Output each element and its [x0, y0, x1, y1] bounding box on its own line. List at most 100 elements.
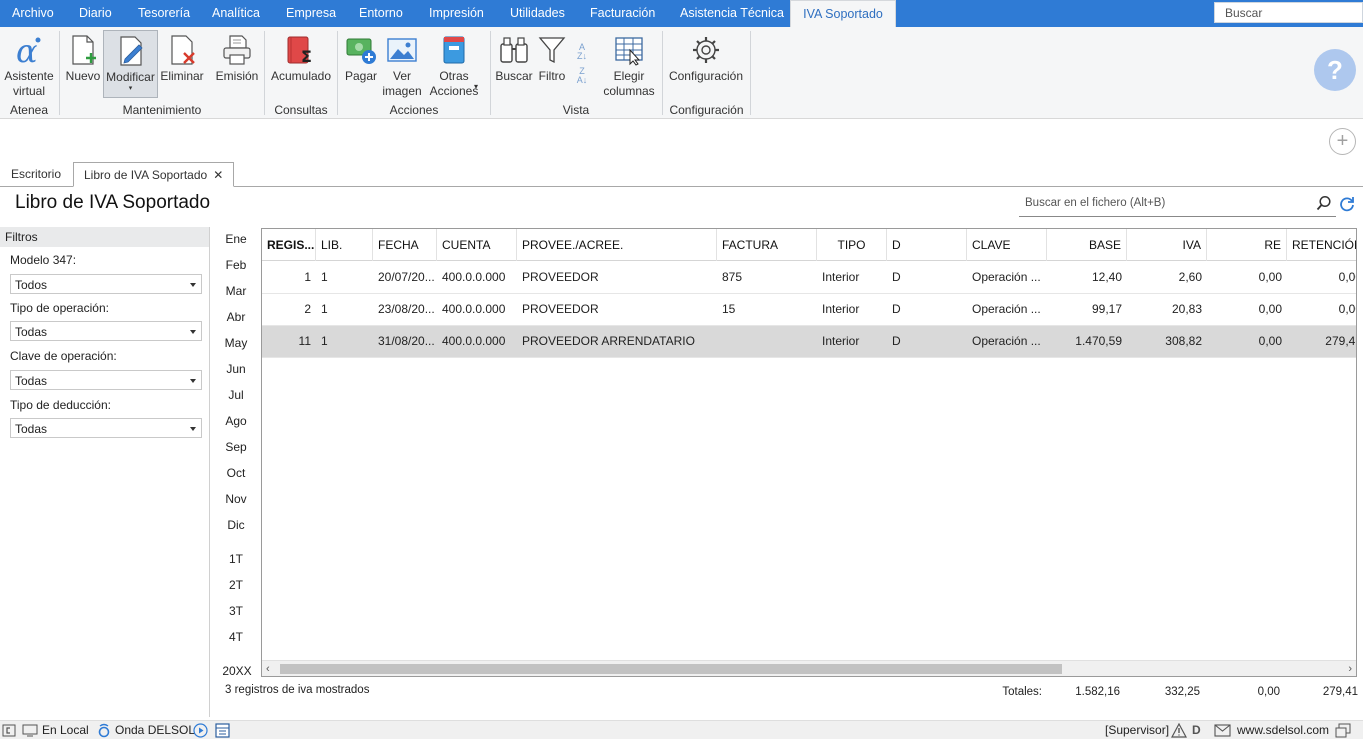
col-retencion[interactable]: RETENCIÓN: [1287, 229, 1356, 261]
tipo-operacion-value: Todas: [15, 325, 48, 339]
col-factura[interactable]: FACTURA: [717, 229, 817, 261]
tab-libro-iva-soportado[interactable]: Libro de IVA Soportado ✕: [73, 162, 235, 187]
onda-text[interactable]: Onda DELSOL: [115, 723, 195, 737]
cell-registro: 2: [304, 302, 311, 316]
total-base: 1.582,16: [1075, 686, 1120, 698]
global-search-input[interactable]: Buscar: [1214, 2, 1363, 23]
horizontal-scrollbar[interactable]: ‹ ›: [262, 660, 1356, 676]
menu-entorno[interactable]: Entorno: [359, 0, 403, 27]
menu-impresion[interactable]: Impresión: [429, 0, 484, 27]
period-year[interactable]: 20XX: [220, 664, 254, 678]
table-row[interactable]: 1 1 20/07/20... 400.0.0.000 PROVEEDOR 87…: [262, 262, 1356, 294]
period-1t[interactable]: 1T: [222, 552, 250, 566]
clave-operacion-select[interactable]: Todas: [10, 370, 202, 390]
window-icon[interactable]: [1335, 723, 1351, 738]
website-link[interactable]: www.sdelsol.com: [1237, 723, 1329, 737]
menu-diario[interactable]: Diario: [79, 0, 112, 27]
period-mar[interactable]: Mar: [222, 284, 250, 298]
tipo-operacion-select[interactable]: Todas: [10, 321, 202, 341]
modelo347-select[interactable]: Todos: [10, 274, 202, 294]
menu-iva-soportado[interactable]: IVA Soportado: [790, 0, 896, 28]
period-feb[interactable]: Feb: [222, 258, 250, 272]
menu-archivo[interactable]: Archivo: [12, 0, 54, 27]
col-re[interactable]: RE: [1207, 229, 1287, 261]
refresh-icon[interactable]: [1339, 196, 1355, 212]
search-icon[interactable]: [1316, 195, 1332, 211]
emision-button[interactable]: Emisión: [214, 30, 260, 84]
col-base[interactable]: BASE: [1047, 229, 1127, 261]
tab-escritorio[interactable]: Escritorio: [1, 162, 71, 187]
scrollbar-thumb[interactable]: [280, 664, 1062, 674]
totals-label: Totales:: [1002, 686, 1042, 698]
group-consultas: Consultas: [274, 103, 328, 117]
period-oct[interactable]: Oct: [222, 466, 250, 480]
period-3t[interactable]: 3T: [222, 604, 250, 618]
menu-utilidades[interactable]: Utilidades: [510, 0, 565, 27]
tipo-deduccion-select[interactable]: Todas: [10, 418, 202, 438]
menu-tesoreria[interactable]: Tesorería: [138, 0, 190, 27]
period-may[interactable]: May: [222, 336, 250, 350]
cell-cuenta: 400.0.0.000: [442, 334, 506, 348]
table-row[interactable]: 2 1 23/08/20... 400.0.0.000 PROVEEDOR 15…: [262, 294, 1356, 326]
cell-iva: 20,83: [1171, 302, 1202, 316]
modelo347-label: Modelo 347:: [10, 253, 77, 267]
group-vista: Vista: [562, 103, 590, 117]
mail-icon[interactable]: [1214, 724, 1231, 737]
sort-za-icon[interactable]: Z A↓: [573, 67, 591, 85]
scroll-right-icon[interactable]: ›: [1348, 663, 1352, 675]
col-clave[interactable]: CLAVE: [967, 229, 1047, 261]
eliminar-button[interactable]: Eliminar: [160, 30, 204, 84]
buscar-button[interactable]: Buscar: [495, 30, 533, 84]
period-jul[interactable]: Jul: [222, 388, 250, 402]
period-abr[interactable]: Abr: [222, 310, 250, 324]
col-fecha[interactable]: FECHA: [373, 229, 437, 261]
period-2t[interactable]: 2T: [222, 578, 250, 592]
chevron-down-icon: [190, 330, 196, 334]
period-sep[interactable]: Sep: [222, 440, 250, 454]
add-panel-button[interactable]: +: [1329, 128, 1356, 155]
acumulado-button[interactable]: Σ Acumulado: [270, 30, 332, 84]
period-ago[interactable]: Ago: [222, 414, 250, 428]
grid-header: REGIS... LIB. FECHA CUENTA PROVEE./ACREE…: [262, 229, 1356, 261]
clave-operacion-label: Clave de operación:: [10, 349, 117, 363]
cell-base: 12,40: [1091, 270, 1122, 284]
col-registro[interactable]: REGIS...: [262, 229, 316, 261]
ver-imagen-button[interactable]: Ver imagen: [381, 30, 423, 99]
table-row-selected[interactable]: 11 1 31/08/20... 400.0.0.000 PROVEEDOR A…: [262, 326, 1356, 358]
cell-libro: 1: [321, 334, 328, 348]
col-cuenta[interactable]: CUENTA: [437, 229, 517, 261]
svg-text:α: α: [16, 34, 38, 66]
col-iva[interactable]: IVA: [1127, 229, 1207, 261]
file-search-input[interactable]: Buscar en el fichero (Alt+B): [1019, 192, 1336, 217]
svg-text:Σ: Σ: [301, 47, 312, 66]
warning-icon[interactable]: [1171, 723, 1187, 738]
sort-az-icon[interactable]: A Z↓: [573, 43, 591, 61]
help-button[interactable]: ?: [1314, 49, 1356, 91]
col-d[interactable]: D: [887, 229, 967, 261]
scroll-left-icon[interactable]: ‹: [266, 663, 270, 675]
period-4t[interactable]: 4T: [222, 630, 250, 644]
nuevo-button[interactable]: Nuevo: [64, 30, 102, 84]
period-dic[interactable]: Dic: [222, 518, 250, 532]
d-icon[interactable]: D: [1192, 723, 1201, 737]
play-icon[interactable]: [193, 723, 208, 738]
modificar-button[interactable]: Modificar ▾: [103, 30, 158, 98]
asistente-virtual-button[interactable]: α Asistente virtual: [3, 30, 55, 99]
menu-facturacion[interactable]: Facturación: [590, 0, 655, 27]
col-libro[interactable]: LIB.: [316, 229, 373, 261]
col-proveedor[interactable]: PROVEE./ACREE.: [517, 229, 717, 261]
menu-empresa[interactable]: Empresa: [286, 0, 336, 27]
filtro-button[interactable]: Filtro: [535, 30, 569, 84]
menu-asistencia-tecnica[interactable]: Asistencia Técnica: [680, 0, 784, 27]
calculator-icon[interactable]: [215, 723, 230, 738]
period-nov[interactable]: Nov: [222, 492, 250, 506]
period-jun[interactable]: Jun: [222, 362, 250, 376]
cell-retencion: 0,00: [1338, 270, 1356, 284]
configuracion-button[interactable]: Configuración: [667, 30, 745, 84]
col-tipo[interactable]: TIPO: [817, 229, 887, 261]
elegir-columnas-button[interactable]: Elegir columnas: [601, 30, 657, 99]
close-tab-icon[interactable]: ✕: [213, 168, 223, 182]
pagar-button[interactable]: Pagar: [342, 30, 380, 84]
menu-analitica[interactable]: Analítica: [212, 0, 260, 27]
period-ene[interactable]: Ene: [222, 232, 250, 246]
